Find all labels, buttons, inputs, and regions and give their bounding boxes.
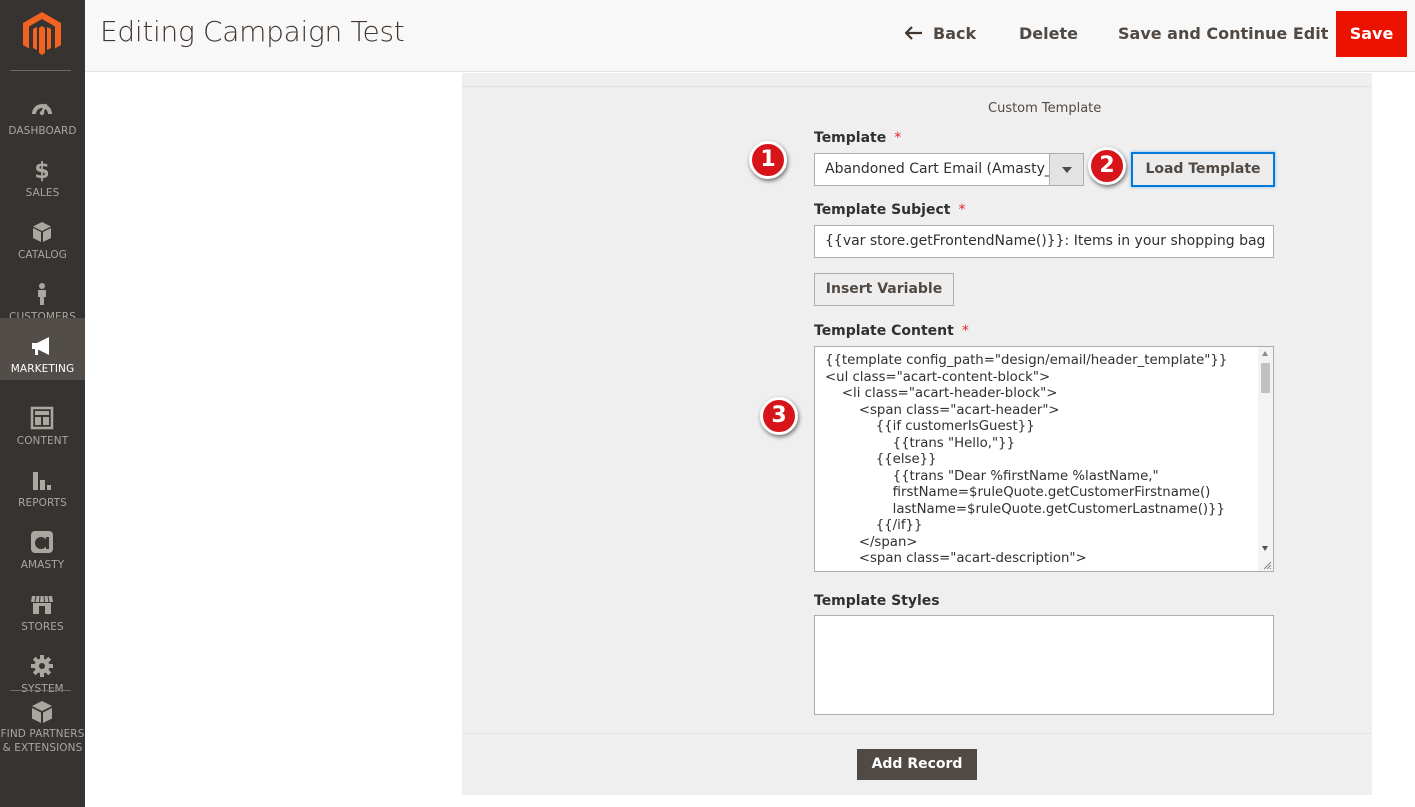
store-icon [31,595,53,614]
sidebar-item-label: MARKETING [10,363,75,375]
sidebar-item-find-partners[interactable]: FIND PARTNERS & EXTENSIONS [0,698,85,768]
add-record-button[interactable]: Add Record [857,749,977,780]
back-button-label: Back [933,24,977,43]
sidebar-item-label: FIND PARTNERS & EXTENSIONS [0,728,85,754]
sidebar-item-label: REPORTS [18,497,67,509]
callout-badge-3: 3 [760,397,798,435]
required-mark: * [958,202,966,218]
page-header: Editing Campaign Test Back Delete Save a… [85,0,1415,72]
sidebar-item-reports[interactable]: REPORTS [0,452,85,514]
template-content-label-text: Template Content [814,323,954,339]
sidebar-divider [10,70,71,71]
template-label-text: Template [814,130,887,146]
layout-icon [30,406,54,430]
delete-button[interactable]: Delete [1019,20,1078,48]
template-subject-label: Template Subject * [814,202,965,218]
box-stack-icon [32,701,52,723]
chevron-down-icon[interactable] [1049,154,1083,185]
dollar-icon: $ [34,159,49,182]
template-select[interactable]: Abandoned Cart Email (Amasty_Acart) [814,153,1084,186]
sidebar-item-amasty[interactable]: AMASTY [0,514,85,576]
sidebar-item-content[interactable]: CONTENT [0,390,85,452]
scroll-up-arrow-icon[interactable] [1262,351,1268,356]
sidebar-item-label: AMASTY [20,559,65,571]
magento-logo-icon[interactable] [22,12,62,56]
admin-sidebar: DASHBOARD $ SALES CATALOG CUSTOMERS MARK… [0,0,85,807]
amasty-icon [31,531,53,553]
template-content-text: {{template config_path="design/email/hea… [825,353,1228,566]
sidebar-item-label: CATALOG [17,249,68,261]
scroll-down-arrow-icon[interactable] [1262,546,1268,551]
sidebar-item-dashboard[interactable]: DASHBOARD [0,80,85,142]
sidebar-item-label: SALES [25,187,60,199]
load-template-button[interactable]: Load Template [1131,152,1275,187]
bar-chart-icon [33,472,51,490]
svg-text:$: $ [34,159,49,182]
callout-badge-1: 1 [749,141,787,179]
sidebar-item-marketing[interactable]: MARKETING [0,318,85,380]
save-and-continue-button[interactable]: Save and Continue Edit [1118,20,1328,48]
cube-icon [33,222,51,242]
save-button[interactable]: Save [1336,11,1407,57]
arrow-left-icon [905,26,922,40]
back-button[interactable]: Back [905,20,976,48]
scrollbar-thumb[interactable] [1261,363,1270,393]
page-title: Editing Campaign Test [100,15,405,48]
resize-grip-icon[interactable] [1263,561,1272,570]
section-title: Custom Template [988,101,1102,116]
template-styles-label: Template Styles [814,593,940,609]
template-subject-label-text: Template Subject [814,202,951,218]
panel-footer-divider [462,733,1372,734]
dashboard-icon [32,103,52,116]
template-select-value: Abandoned Cart Email (Amasty_Acart) [825,161,1049,177]
megaphone-icon [32,337,49,355]
sidebar-divider [10,690,71,691]
sidebar-item-label: STORES [21,621,64,633]
sidebar-item-catalog[interactable]: CATALOG [0,204,85,266]
panel-divider [462,86,1372,87]
required-mark: * [961,323,969,339]
template-styles-textarea[interactable] [814,615,1274,715]
template-content-label: Template Content * [814,323,969,339]
sidebar-item-label: DASHBOARD [8,125,77,137]
template-label: Template * [814,130,901,146]
required-mark: * [894,130,902,146]
callout-badge-2: 2 [1088,147,1126,185]
template-subject-input[interactable]: {{var store.getFrontendName()}}: Items i… [814,225,1274,258]
insert-variable-button[interactable]: Insert Variable [814,273,954,306]
person-icon [38,283,46,305]
sidebar-item-label: CONTENT [16,435,69,447]
sidebar-item-sales[interactable]: $ SALES [0,142,85,204]
gear-icon [31,655,53,677]
template-content-textarea[interactable]: {{template config_path="design/email/hea… [814,346,1274,572]
sidebar-item-stores[interactable]: STORES [0,576,85,638]
textarea-scrollbar[interactable] [1258,347,1273,571]
